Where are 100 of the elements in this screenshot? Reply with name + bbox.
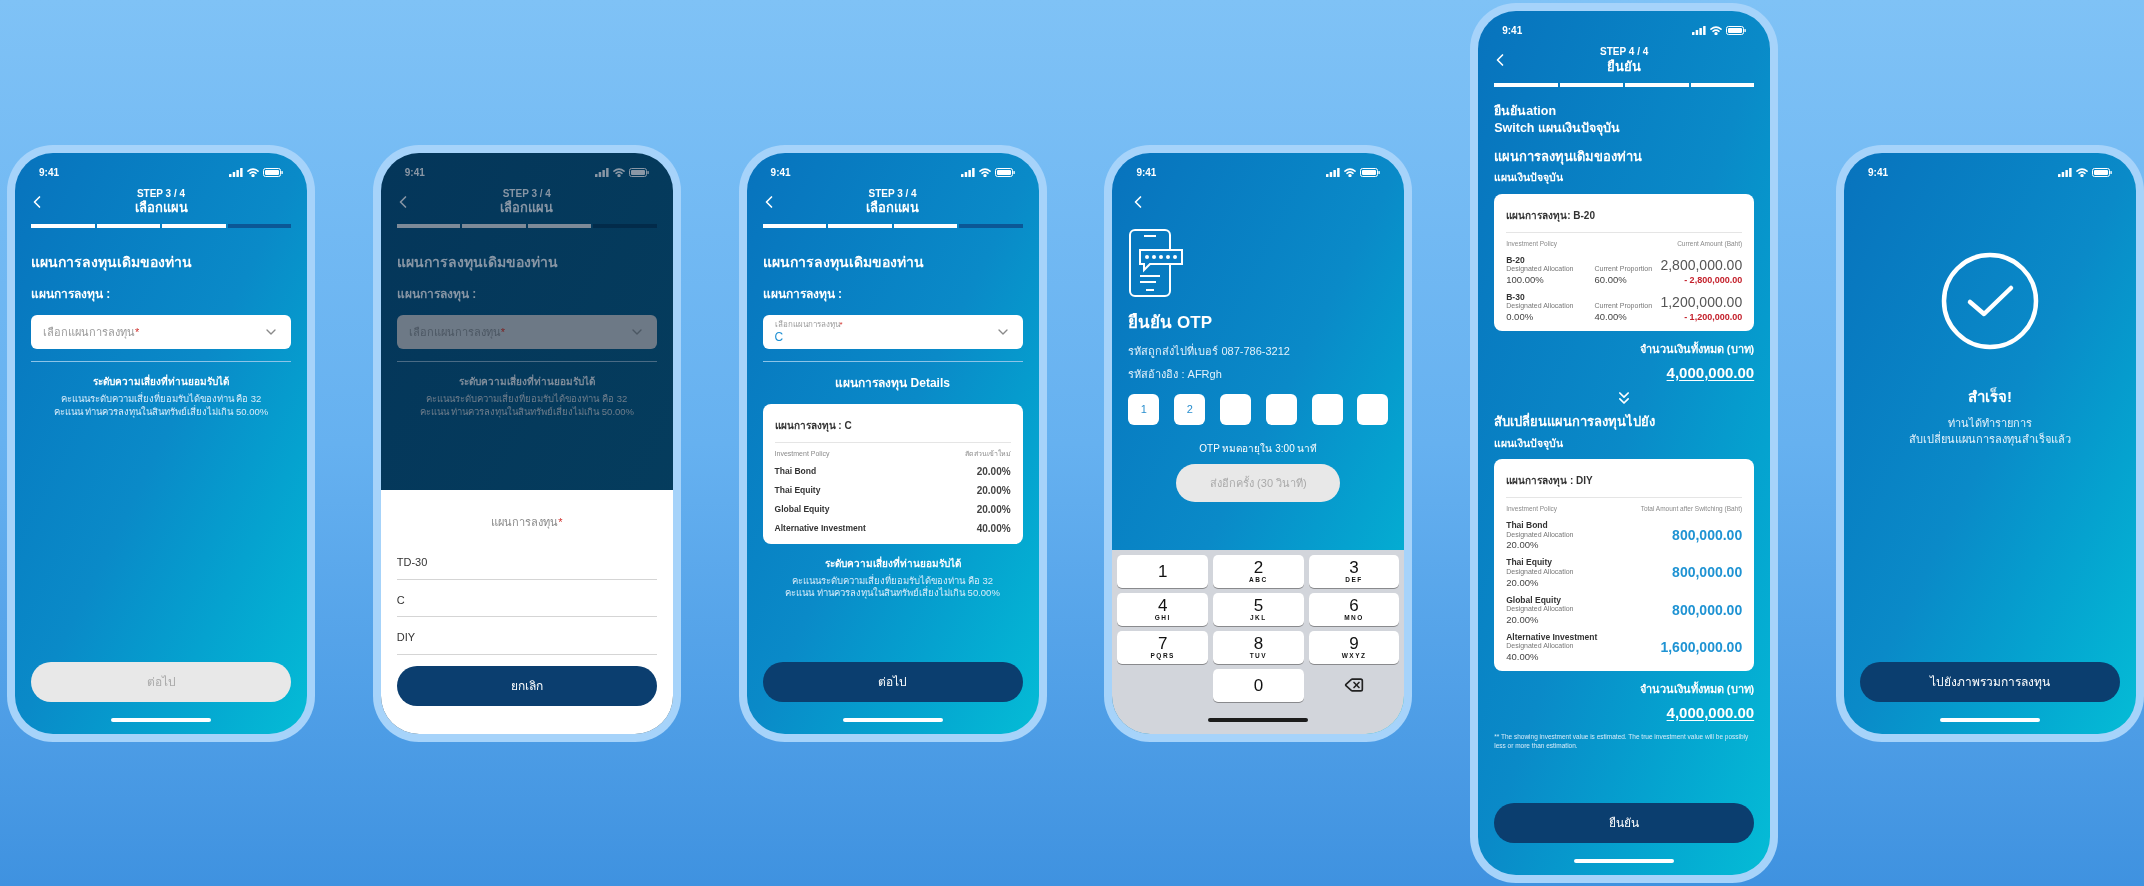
battery-icon bbox=[628, 167, 649, 177]
policy-name: Global Equity bbox=[774, 502, 830, 516]
allocation-value: 20.00% bbox=[976, 502, 1011, 517]
signal-icon bbox=[960, 167, 975, 177]
section-heading: แผนการลงทุนเดิมของท่าน bbox=[31, 253, 193, 273]
otp-digit-box[interactable] bbox=[1311, 394, 1343, 425]
status-time: 9:41 bbox=[770, 165, 791, 180]
section-heading: แผนการลงทุนเดิมของท่าน bbox=[762, 253, 925, 273]
risk-description: คะแนนระดับความเสี่ยงที่ยอมรับได้ของท่าน คือ 32 คะแนน ท่านควรลงทุนในสินทรัพย์เสี่ยงไม่เกิน 50.00% bbox=[419, 393, 635, 418]
wifi-icon bbox=[1710, 26, 1723, 35]
status-time: 9:41 bbox=[1868, 165, 1888, 180]
signal-icon bbox=[594, 167, 609, 177]
signal-icon bbox=[1692, 26, 1707, 35]
deduction-amount: - 1,200,000.00 bbox=[1684, 311, 1743, 323]
switched-amount: 800,000.00 bbox=[1672, 600, 1743, 620]
step-indicator: STEP 4 / 4 bbox=[1600, 46, 1649, 59]
step-indicator: STEP 3 / 4 bbox=[868, 187, 917, 200]
field-label: แผนการลงทุน : bbox=[396, 286, 478, 304]
card-title: แผนการลงทุน : C bbox=[774, 420, 852, 432]
risk-title: ระดับความเสี่ยงที่ท่านยอมรับได้ bbox=[458, 374, 595, 390]
battery-icon bbox=[263, 167, 283, 177]
switched-amount: 1,600,000.00 bbox=[1660, 637, 1743, 657]
status-time: 9:41 bbox=[404, 165, 425, 180]
next-button[interactable]: ต่อไป bbox=[762, 661, 1023, 702]
sheet-title: แผนการลงทุน* bbox=[491, 514, 563, 530]
otp-digit-box[interactable] bbox=[1220, 394, 1251, 425]
risk-description: คะแนนระดับความเสี่ยงที่ยอมรับได้ของท่าน คือ 32 คะแนน ท่านควรลงทุนในสินทรัพย์เสี่ยงไม่เกิน 50.00% bbox=[53, 393, 269, 418]
screen-title: ยืนยัน bbox=[1607, 58, 1642, 75]
wifi-icon bbox=[612, 167, 625, 177]
section-subheading: แผนเงินปัจจุบัน bbox=[1494, 170, 1565, 186]
confirm-heading: ยืนยันation Switch แผนเงินปัจจุบัน bbox=[1494, 102, 1621, 137]
policy-name: Thai Equity bbox=[1506, 557, 1553, 568]
otp-expiry: OTP หมดอายุใน 3:00 นาที bbox=[1199, 442, 1318, 456]
keypad-key[interactable]: 0 bbox=[1213, 668, 1304, 702]
otp-digit-box[interactable] bbox=[1357, 394, 1389, 425]
step-indicator: STEP 3 / 4 bbox=[502, 187, 551, 200]
signal-icon bbox=[1326, 167, 1341, 177]
switched-amount: 800,000.00 bbox=[1672, 526, 1743, 546]
signal-icon bbox=[229, 167, 243, 177]
proportion-value: 40.00% bbox=[1594, 311, 1628, 323]
plan-select[interactable]: เลือกแผนการลงทุน* bbox=[31, 315, 291, 350]
confirm-button[interactable]: ยืนยัน bbox=[1494, 803, 1755, 843]
signal-icon bbox=[2058, 167, 2072, 177]
proportion-value: 60.00% bbox=[1594, 273, 1628, 286]
policy-name: B-30 bbox=[1506, 291, 1526, 303]
details-heading: แผนการลงทุน Details bbox=[834, 375, 951, 393]
risk-title: ระดับความเสี่ยงที่ท่านยอมรับได้ bbox=[824, 555, 961, 571]
battery-icon bbox=[994, 167, 1015, 177]
deduction-amount: - 2,800,000.00 bbox=[1684, 274, 1743, 286]
status-time: 9:41 bbox=[39, 165, 59, 180]
total-label: จำนวนเงินทั้งหมด (บาท) bbox=[1639, 681, 1755, 697]
otp-reference: รหัสอ้างอิง : AFRgh bbox=[1128, 366, 1223, 382]
wifi-icon bbox=[978, 167, 991, 177]
otp-digit-box[interactable]: 2 bbox=[1174, 394, 1206, 425]
plan-option[interactable]: C bbox=[396, 579, 657, 617]
wifi-icon bbox=[247, 167, 259, 177]
policy-name: Thai Bond bbox=[1506, 520, 1549, 531]
section-heading: สับเปลี่ยนแผนการลงทุนไปยัง bbox=[1494, 412, 1657, 432]
policy-name: Alternative Investment bbox=[774, 521, 866, 535]
risk-description: คะแนนระดับความเสี่ยงที่ยอมรับได้ของท่าน คือ 32 คะแนน ท่านควรลงทุนในสินทรัพย์เสี่ยงไม่เกิน 50.00% bbox=[785, 574, 1000, 600]
step-indicator: STEP 3 / 4 bbox=[136, 187, 186, 200]
current-amount: 1,200,000.00 bbox=[1660, 294, 1743, 312]
keypad-key[interactable]: 1 bbox=[1117, 554, 1209, 588]
status-time: 9:41 bbox=[1502, 24, 1523, 38]
phone-message-icon bbox=[1128, 227, 1185, 298]
plan-option[interactable]: TD-30 bbox=[396, 542, 657, 580]
wifi-icon bbox=[2076, 167, 2088, 177]
policy-name: Alternative Investment bbox=[1506, 631, 1598, 643]
allocation-value: 20.00% bbox=[1506, 576, 1540, 589]
card-title: แผนการลงทุน: B-20 bbox=[1506, 209, 1595, 221]
allocation-value: 20.00% bbox=[1506, 539, 1540, 552]
policy-name: B-20 bbox=[1506, 254, 1526, 266]
allocation-value: 20.00% bbox=[976, 483, 1011, 498]
success-title: สำเร็จ! bbox=[1968, 386, 2012, 407]
field-label: แผนการลงทุน : bbox=[31, 286, 112, 304]
backspace-icon[interactable] bbox=[1344, 675, 1365, 695]
battery-icon bbox=[1360, 167, 1381, 177]
allocation-value: 0.00% bbox=[1506, 311, 1535, 323]
section-subheading: แผนเงินปัจจุบัน bbox=[1494, 435, 1565, 452]
plan-option[interactable]: DIY bbox=[396, 617, 657, 655]
card-title: แผนการลงทุน : DIY bbox=[1506, 475, 1593, 487]
plan-select[interactable]: เลือกแผนการลงทุน* C bbox=[762, 315, 1023, 350]
switched-amount: 800,000.00 bbox=[1672, 563, 1743, 583]
section-heading: แผนการลงทุนเดิมของท่าน bbox=[396, 253, 559, 273]
screen-title: เลือกแผน bbox=[866, 200, 920, 217]
otp-title: ยืนยัน OTP bbox=[1128, 311, 1214, 334]
field-label: แผนการลงทุน : bbox=[762, 286, 843, 304]
wifi-icon bbox=[1344, 167, 1357, 177]
policy-name: Thai Bond bbox=[774, 464, 817, 478]
otp-digit-box[interactable] bbox=[1265, 394, 1297, 425]
total-label: จำนวนเงินทั้งหมด (บาท) bbox=[1639, 341, 1755, 357]
policy-name: Global Equity bbox=[1506, 594, 1562, 606]
screen-title: เลือกแผน bbox=[134, 200, 188, 217]
overview-button[interactable]: ไปยังภาพรวมการลงทุน bbox=[1860, 661, 2120, 702]
cancel-button[interactable]: ยกเลิก bbox=[396, 665, 657, 706]
status-time: 9:41 bbox=[1136, 165, 1157, 180]
battery-icon bbox=[1726, 26, 1747, 35]
success-message: ท่านได้ทำรายการ สับเปลี่ยนแผนการลงทุนสำเร็จแล้ว bbox=[1909, 416, 2071, 448]
otp-digit-box[interactable]: 1 bbox=[1128, 394, 1160, 425]
total-amount: 4,000,000.00 bbox=[1666, 362, 1755, 383]
